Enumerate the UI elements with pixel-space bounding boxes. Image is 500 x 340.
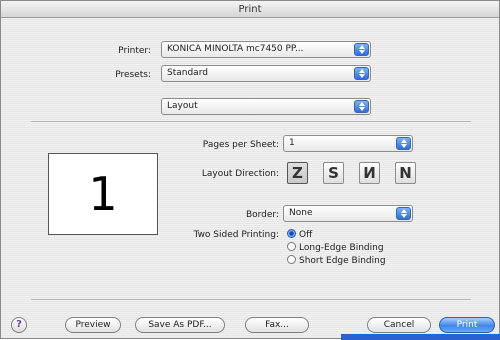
help-button[interactable]: ? [11, 317, 27, 333]
save-as-pdf-button[interactable]: Save As PDF... [135, 317, 225, 333]
preview-button[interactable]: Preview [65, 317, 121, 333]
presets-value: Standard [167, 68, 208, 78]
two-sided-label: Two Sided Printing: [193, 230, 279, 240]
print-dialog: Print Printer: KONICA MINOLTA mc7450 PP.… [0, 0, 500, 340]
radio-short-edge[interactable]: Short Edge Binding [287, 255, 386, 266]
radio-off-label: Off [299, 230, 313, 240]
panel-value: Layout [167, 101, 198, 111]
popup-arrows-icon [396, 137, 411, 150]
section-divider [31, 121, 471, 122]
section-divider [31, 299, 471, 300]
printer-label: Printer: [118, 46, 151, 56]
popup-arrows-icon [354, 67, 369, 80]
radio-unselected-icon [287, 255, 296, 264]
print-button[interactable]: Print [439, 317, 495, 333]
z-order-icon[interactable]: Z [287, 162, 308, 184]
printer-popup[interactable]: KONICA MINOLTA mc7450 PP... [161, 41, 371, 58]
border-popup[interactable]: None [283, 205, 413, 222]
fax-button[interactable]: Fax... [245, 317, 309, 333]
panel-popup[interactable]: Layout [161, 98, 371, 115]
window-title: Print [1, 1, 499, 18]
preview-page-number: 1 [88, 167, 118, 221]
popup-arrows-icon [354, 43, 369, 56]
radio-short-edge-label: Short Edge Binding [299, 256, 386, 266]
layout-direction-label: Layout Direction: [201, 169, 279, 179]
border-label: Border: [245, 210, 279, 220]
border-value: None [289, 208, 313, 218]
radio-selected-icon [287, 229, 296, 238]
s-order-icon[interactable]: S [323, 162, 344, 184]
page-preview: 1 [48, 153, 158, 235]
n-reverse-order-icon[interactable]: И [359, 162, 380, 184]
radio-off[interactable]: Off [287, 229, 312, 240]
pages-per-sheet-value: 1 [289, 138, 295, 148]
popup-arrows-icon [354, 100, 369, 113]
cancel-button[interactable]: Cancel [367, 317, 431, 333]
radio-unselected-icon [287, 242, 296, 251]
n-order-icon[interactable]: N [395, 162, 416, 184]
radio-long-edge-label: Long-Edge Binding [299, 243, 384, 253]
presets-popup[interactable]: Standard [161, 65, 371, 82]
window-edge-strip [341, 334, 500, 340]
radio-long-edge[interactable]: Long-Edge Binding [287, 242, 384, 253]
pages-per-sheet-popup[interactable]: 1 [283, 135, 413, 152]
pages-per-sheet-label: Pages per Sheet: [202, 140, 279, 150]
popup-arrows-icon [396, 207, 411, 220]
printer-value: KONICA MINOLTA mc7450 PP... [167, 44, 304, 54]
presets-label: Presets: [115, 70, 151, 80]
